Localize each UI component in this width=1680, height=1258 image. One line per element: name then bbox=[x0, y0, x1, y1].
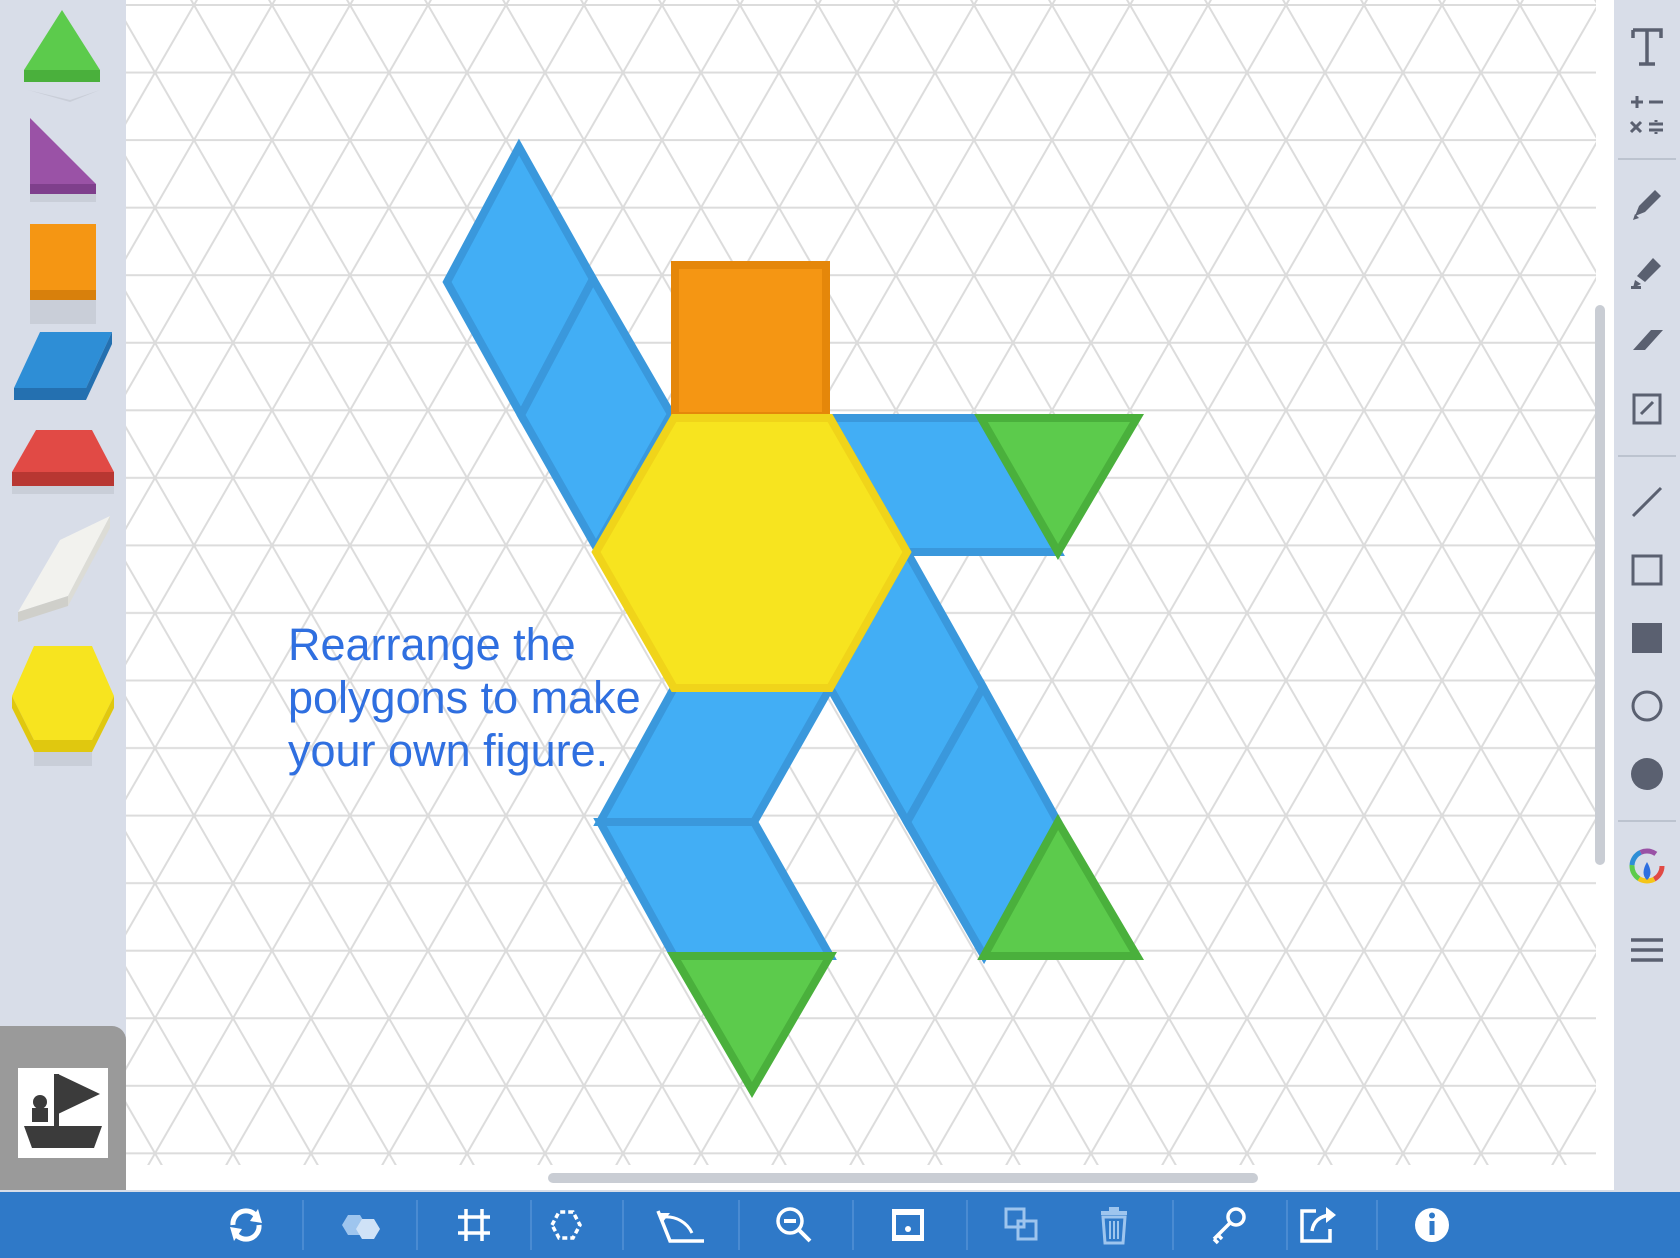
toolbar-separator bbox=[852, 1200, 854, 1250]
delete-button[interactable] bbox=[1074, 1192, 1154, 1258]
share-icon bbox=[1300, 1207, 1336, 1243]
eraser-icon bbox=[1633, 330, 1663, 350]
color-picker-icon bbox=[1629, 848, 1665, 884]
angle-button[interactable] bbox=[640, 1192, 720, 1258]
toolbar-separator bbox=[1376, 1200, 1378, 1250]
rectangle-outline-icon bbox=[1631, 554, 1663, 586]
palette-hexagon[interactable] bbox=[12, 646, 114, 766]
palette-trapezoid[interactable] bbox=[12, 430, 114, 494]
circle-filled-icon bbox=[1631, 758, 1663, 790]
angle-icon bbox=[656, 1210, 704, 1243]
palette-parallelogram[interactable] bbox=[14, 332, 112, 400]
pattern-canvas[interactable] bbox=[126, 0, 1614, 1190]
text-tool-button[interactable] bbox=[1614, 18, 1680, 74]
line-icon bbox=[1631, 486, 1663, 518]
pencil-icon bbox=[1633, 190, 1661, 220]
trash-icon bbox=[1101, 1207, 1127, 1245]
key-button[interactable] bbox=[1188, 1192, 1268, 1258]
shape-palette bbox=[0, 0, 126, 1190]
background-button[interactable] bbox=[868, 1192, 948, 1258]
info-icon bbox=[1415, 1208, 1449, 1242]
toolbar-separator bbox=[302, 1200, 304, 1250]
note-edit-icon bbox=[1632, 393, 1662, 425]
canvas[interactable]: Rearrange the polygons to make your own … bbox=[126, 0, 1614, 1190]
palette-thin-rhombus[interactable] bbox=[18, 516, 110, 622]
marker-tool-button[interactable] bbox=[1614, 244, 1680, 300]
palette-shapes bbox=[12, 10, 114, 766]
toolbar-separator bbox=[966, 1200, 968, 1250]
shapes-button[interactable] bbox=[320, 1192, 400, 1258]
palette-triangle[interactable] bbox=[24, 10, 100, 102]
background-icon bbox=[892, 1209, 924, 1241]
grid-icon bbox=[458, 1209, 490, 1241]
palette-right-triangle[interactable] bbox=[30, 118, 96, 202]
toolbar-separator bbox=[622, 1200, 624, 1250]
key-icon bbox=[1212, 1207, 1246, 1245]
pencil-tool-button[interactable] bbox=[1614, 176, 1680, 232]
select-shape-icon bbox=[550, 1210, 582, 1240]
zoom-out-icon bbox=[776, 1207, 812, 1243]
toolbar-separator bbox=[1618, 455, 1676, 457]
vertical-scrollbar[interactable] bbox=[1595, 305, 1605, 865]
boat-icon bbox=[24, 1074, 102, 1148]
menu-icon bbox=[1631, 938, 1663, 962]
menu-button[interactable] bbox=[1614, 922, 1680, 978]
toolbar-separator bbox=[1172, 1200, 1174, 1250]
math-operations-icon bbox=[1629, 96, 1663, 134]
note-tool-button[interactable] bbox=[1614, 380, 1680, 436]
marker-icon bbox=[1631, 258, 1661, 289]
horizontal-scrollbar[interactable] bbox=[548, 1173, 1258, 1183]
shapes-icon bbox=[342, 1215, 380, 1239]
grid-button[interactable] bbox=[434, 1192, 514, 1258]
info-button[interactable] bbox=[1392, 1192, 1472, 1258]
duplicate-icon bbox=[1004, 1207, 1038, 1241]
square-piece[interactable] bbox=[671, 261, 830, 420]
rotate-icon bbox=[230, 1208, 262, 1242]
duplicate-button[interactable] bbox=[982, 1192, 1062, 1258]
zoom-out-button[interactable] bbox=[754, 1192, 834, 1258]
rectangle-filled-button[interactable] bbox=[1614, 610, 1680, 666]
line-tool-button[interactable] bbox=[1614, 474, 1680, 530]
toolbar-separator bbox=[738, 1200, 740, 1250]
rectangle-outline-button[interactable] bbox=[1614, 542, 1680, 598]
toolbar-separator bbox=[1618, 820, 1676, 822]
palette-square[interactable] bbox=[30, 224, 96, 324]
rectangle-filled-icon bbox=[1632, 623, 1662, 653]
math-tool-button[interactable] bbox=[1614, 86, 1680, 142]
bottom-toolbar bbox=[0, 1192, 1680, 1258]
select-shape-button[interactable] bbox=[526, 1192, 606, 1258]
instruction-text: Rearrange the polygons to make your own … bbox=[288, 619, 641, 776]
toolbar-separator bbox=[416, 1200, 418, 1250]
circle-outline-button[interactable] bbox=[1614, 678, 1680, 734]
color-picker-button[interactable] bbox=[1614, 840, 1680, 896]
circle-outline-icon bbox=[1631, 690, 1663, 722]
right-toolbar bbox=[1614, 0, 1680, 1190]
scene-thumbnail-button[interactable] bbox=[18, 1068, 108, 1158]
text-icon bbox=[1631, 28, 1663, 66]
eraser-tool-button[interactable] bbox=[1614, 312, 1680, 368]
toolbar-separator bbox=[1618, 158, 1676, 160]
circle-filled-button[interactable] bbox=[1614, 746, 1680, 802]
rotate-button[interactable] bbox=[206, 1192, 286, 1258]
bottom-left-panel bbox=[0, 1026, 126, 1190]
share-button[interactable] bbox=[1278, 1192, 1358, 1258]
